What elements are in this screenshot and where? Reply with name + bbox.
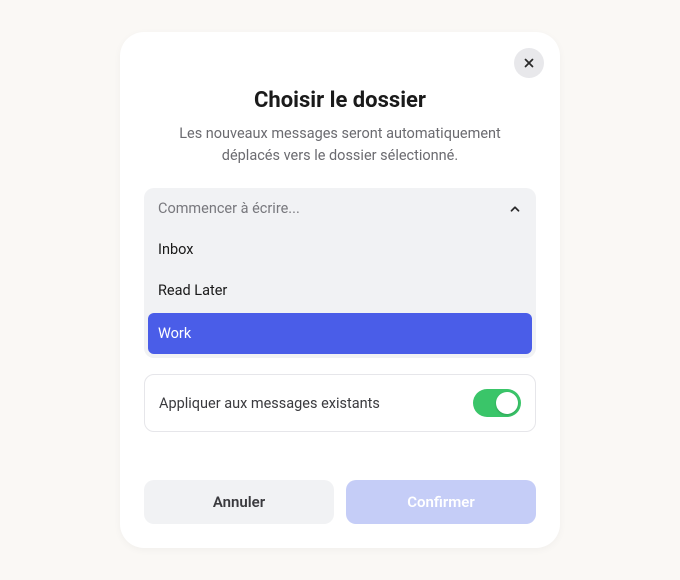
folder-search-input[interactable] [158, 200, 508, 217]
apply-existing-row: Appliquer aux messages existants [144, 374, 536, 432]
apply-existing-toggle[interactable] [473, 389, 521, 417]
close-icon [522, 56, 536, 70]
dialog-buttons: Annuler Confirmer [144, 480, 536, 524]
folder-option-work[interactable]: Work [148, 313, 532, 354]
dialog-title: Choisir le dossier [144, 88, 536, 113]
folder-option-read-later[interactable]: Read Later [144, 270, 536, 311]
folder-select-header[interactable] [144, 188, 536, 229]
toggle-knob [496, 392, 518, 414]
chevron-up-icon [508, 202, 522, 216]
dialog-subtitle: Les nouveaux messages seront automatique… [144, 123, 536, 167]
choose-folder-dialog: Choisir le dossier Les nouveaux messages… [120, 32, 560, 549]
folder-select: Inbox Read Later Work [144, 188, 536, 358]
apply-existing-label: Appliquer aux messages existants [159, 395, 380, 412]
close-button[interactable] [514, 48, 544, 78]
folder-option-inbox[interactable]: Inbox [144, 229, 536, 270]
confirm-button[interactable]: Confirmer [346, 480, 536, 524]
cancel-button[interactable]: Annuler [144, 480, 334, 524]
